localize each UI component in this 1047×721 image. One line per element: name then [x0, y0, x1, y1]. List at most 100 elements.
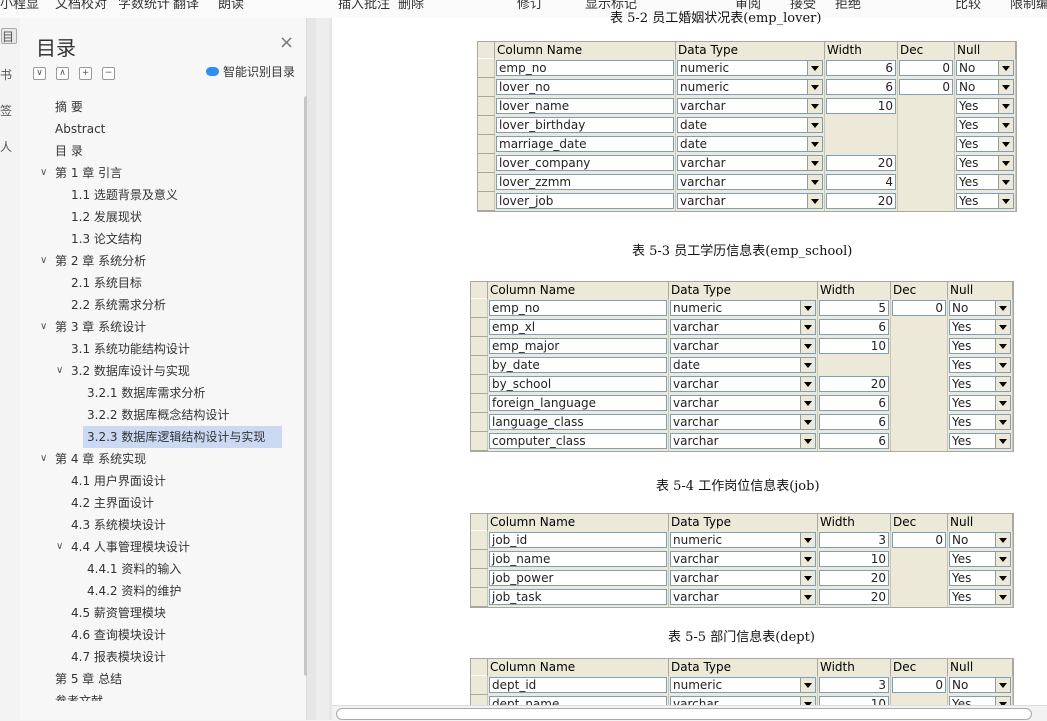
toolbar-item[interactable]: 修订: [517, 0, 543, 12]
dec-cell[interactable]: 0: [892, 532, 946, 548]
row-selector[interactable]: [478, 58, 495, 78]
row-selector[interactable]: [471, 568, 488, 588]
chevron-down-icon[interactable]: [800, 320, 815, 334]
column-name-cell[interactable]: by_date: [489, 357, 667, 373]
null-cell[interactable]: Yes: [949, 570, 1011, 586]
column-name-cell[interactable]: job_power: [489, 570, 667, 586]
toc-item[interactable]: 4.1 用户界面设计: [27, 470, 282, 492]
chevron-down-icon[interactable]: [800, 301, 815, 315]
expand-up-icon[interactable]: ∧: [56, 67, 69, 80]
smart-toc-button[interactable]: 智能识别目录: [206, 63, 295, 80]
chevron-down-icon[interactable]: ∨: [40, 448, 47, 470]
width-cell[interactable]: 6: [819, 433, 889, 449]
toc-item[interactable]: 参考文献: [27, 690, 282, 701]
toc-item[interactable]: ∨ 4.4 人事管理模块设计: [27, 536, 282, 558]
add-heading-icon[interactable]: +: [79, 67, 92, 80]
column-name-cell[interactable]: lover_birthday: [496, 117, 674, 133]
chevron-down-icon[interactable]: [998, 175, 1013, 189]
column-name-cell[interactable]: computer_class: [489, 433, 667, 449]
chevron-down-icon[interactable]: [807, 99, 822, 113]
null-cell[interactable]: Yes: [949, 357, 1011, 373]
null-cell[interactable]: Yes: [956, 136, 1014, 152]
toc-item[interactable]: ∨ 第 1 章 引言: [27, 162, 282, 184]
null-cell[interactable]: Yes: [956, 98, 1014, 114]
toc-item[interactable]: 目 录: [27, 140, 282, 162]
chevron-down-icon[interactable]: [800, 339, 815, 353]
width-cell[interactable]: 20: [819, 570, 889, 586]
chevron-down-icon[interactable]: [800, 377, 815, 391]
data-type-cell[interactable]: varchar: [670, 570, 816, 586]
row-selector[interactable]: [478, 153, 495, 173]
horizontal-scroll-thumb[interactable]: [336, 708, 1032, 720]
bookmark-icon[interactable]: 书: [0, 66, 12, 83]
data-type-cell[interactable]: numeric: [670, 677, 816, 693]
data-type-cell[interactable]: varchar: [677, 98, 823, 114]
null-cell[interactable]: Yes: [949, 414, 1011, 430]
row-selector[interactable]: [471, 530, 488, 550]
row-selector[interactable]: [478, 172, 495, 192]
row-selector[interactable]: [471, 549, 488, 569]
chevron-down-icon[interactable]: [995, 339, 1010, 353]
data-type-cell[interactable]: varchar: [677, 174, 823, 190]
chevron-down-icon[interactable]: [998, 194, 1013, 208]
chevron-down-icon[interactable]: [998, 61, 1013, 75]
chevron-down-icon[interactable]: [995, 533, 1010, 547]
toc-item[interactable]: 第 5 章 总结: [27, 668, 282, 690]
toc-item[interactable]: 3.1 系统功能结构设计: [27, 338, 282, 360]
chevron-down-icon[interactable]: [800, 552, 815, 566]
column-name-cell[interactable]: marriage_date: [496, 136, 674, 152]
column-name-cell[interactable]: by_school: [489, 376, 667, 392]
toc-item[interactable]: 4.6 查询模块设计: [27, 624, 282, 646]
width-cell[interactable]: 3: [819, 532, 889, 548]
column-name-cell[interactable]: emp_major: [489, 338, 667, 354]
null-cell[interactable]: No: [956, 60, 1014, 76]
data-type-cell[interactable]: varchar: [670, 589, 816, 605]
width-cell[interactable]: 10: [819, 338, 889, 354]
row-selector[interactable]: [471, 675, 488, 695]
null-cell[interactable]: Yes: [949, 338, 1011, 354]
chevron-down-icon[interactable]: [995, 571, 1010, 585]
column-name-cell[interactable]: lover_no: [496, 79, 674, 95]
row-selector[interactable]: [471, 336, 488, 356]
width-cell[interactable]: 10: [819, 551, 889, 567]
null-cell[interactable]: Yes: [949, 376, 1011, 392]
chevron-down-icon[interactable]: [998, 156, 1013, 170]
row-selector[interactable]: [471, 587, 488, 607]
toolbar-item[interactable]: 拒绝: [835, 0, 861, 12]
null-cell[interactable]: Yes: [949, 395, 1011, 411]
toc-item[interactable]: ∨ 第 4 章 系统实现: [27, 448, 282, 470]
column-name-cell[interactable]: job_task: [489, 589, 667, 605]
chevron-down-icon[interactable]: [807, 194, 822, 208]
data-type-cell[interactable]: varchar: [677, 193, 823, 209]
chevron-down-icon[interactable]: [807, 61, 822, 75]
chevron-down-icon[interactable]: [998, 137, 1013, 151]
null-cell[interactable]: Yes: [949, 589, 1011, 605]
toc-item[interactable]: 4.4.1 资料的输入: [27, 558, 282, 580]
toc-item[interactable]: ∨ 第 2 章 系统分析: [27, 250, 282, 272]
column-name-cell[interactable]: lover_company: [496, 155, 674, 171]
width-cell[interactable]: 4: [826, 174, 896, 190]
column-name-cell[interactable]: emp_no: [496, 60, 674, 76]
chevron-down-icon[interactable]: [800, 415, 815, 429]
toolbar-item[interactable]: 比较: [955, 0, 981, 12]
chevron-down-icon[interactable]: [800, 358, 815, 372]
chevron-down-icon[interactable]: [995, 358, 1010, 372]
chevron-down-icon[interactable]: [800, 678, 815, 692]
row-selector[interactable]: [471, 431, 488, 451]
column-name-cell[interactable]: lover_zzmm: [496, 174, 674, 190]
toc-item[interactable]: 4.5 薪资管理模块: [27, 602, 282, 624]
chevron-down-icon[interactable]: ∨: [40, 162, 47, 184]
column-name-cell[interactable]: language_class: [489, 414, 667, 430]
person-icon[interactable]: 人: [0, 138, 12, 155]
row-selector[interactable]: [478, 77, 495, 97]
collapse-all-icon[interactable]: ∨: [33, 67, 46, 80]
width-cell[interactable]: 5: [819, 300, 889, 316]
data-type-cell[interactable]: numeric: [677, 60, 823, 76]
horizontal-scrollbar[interactable]: [332, 705, 1047, 721]
toc-item[interactable]: ∨ 3.2 数据库设计与实现: [27, 360, 282, 382]
chevron-down-icon[interactable]: [800, 533, 815, 547]
toc-item[interactable]: 4.2 主界面设计: [27, 492, 282, 514]
chevron-down-icon[interactable]: [998, 118, 1013, 132]
chevron-down-icon[interactable]: [998, 99, 1013, 113]
chevron-down-icon[interactable]: [995, 301, 1010, 315]
